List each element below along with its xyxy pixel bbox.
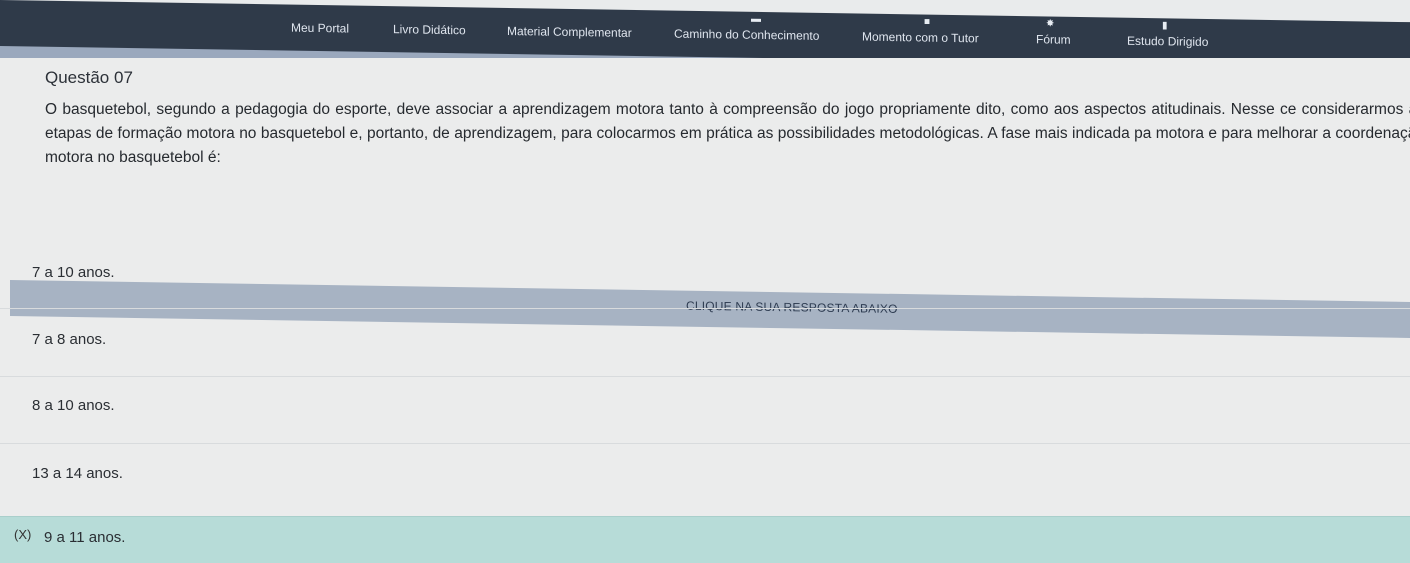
- nav-momento-com-o-tutor[interactable]: Momento com o Tutor: [862, 30, 979, 46]
- answer-option-label: 9 a 11 anos.: [44, 529, 126, 546]
- question-text: O basquetebol, segundo a pedagogia do es…: [45, 101, 1410, 166]
- answer-option-4[interactable]: 13 a 14 anos.: [0, 443, 1410, 508]
- nav-meu-portal[interactable]: Meu Portal: [291, 21, 349, 36]
- answer-option-label: 7 a 8 anos.: [32, 331, 107, 348]
- answer-option-5[interactable]: (X) 9 a 11 anos.: [0, 516, 1410, 563]
- nav-estudo-dirigido[interactable]: Estudo Dirigido: [1127, 34, 1208, 49]
- answer-option-3[interactable]: 8 a 10 anos.: [0, 376, 1410, 441]
- path-icon: ▬: [751, 13, 761, 25]
- answer-option-2[interactable]: 7 a 8 anos.: [0, 308, 1410, 373]
- document-icon: ▮: [1162, 20, 1168, 32]
- video-icon: ■: [924, 16, 931, 28]
- answer-option-label: 8 a 10 anos.: [32, 397, 115, 414]
- nav-material-complementar[interactable]: Material Complementar: [507, 24, 632, 40]
- question-panel: Questão 07 O basquetebol, segundo a peda…: [0, 58, 1410, 563]
- nav-caminho-do-conhecimento[interactable]: Caminho do Conhecimento: [674, 27, 819, 43]
- question-title: Questão 07: [45, 68, 133, 87]
- nav-livro-didatico[interactable]: Livro Didático: [393, 22, 466, 37]
- answer-option-label: 7 a 10 anos.: [32, 264, 115, 281]
- users-icon: ✸: [1046, 18, 1055, 30]
- answer-option-label: 13 a 14 anos.: [32, 465, 123, 482]
- selected-mark: (X): [14, 527, 32, 542]
- nav-forum[interactable]: Fórum: [1036, 32, 1071, 47]
